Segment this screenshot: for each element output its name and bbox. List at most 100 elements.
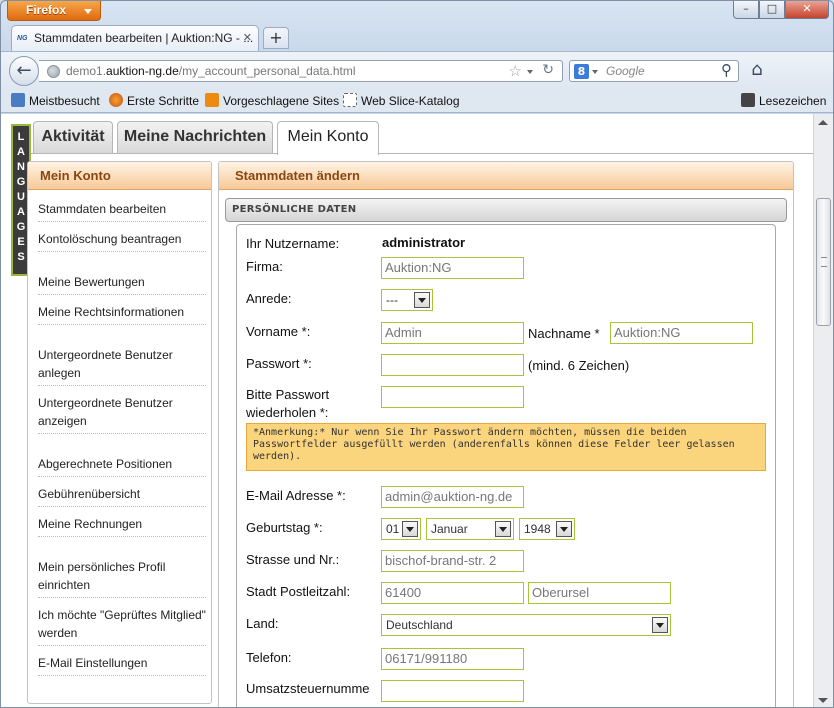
anrede-select[interactable]: --- [381,289,433,311]
bookmark-star-icon[interactable]: ☆ [509,62,522,80]
land-value: Deutschland [386,618,453,632]
title-bar: Firefox – □ ✕ [1,1,833,25]
passwort-hint: (mind. 6 Zeichen) [528,358,630,373]
passwort-input[interactable] [381,354,524,376]
tab-meine-nachrichten[interactable]: Meine Nachrichten [117,121,273,153]
stadt-input[interactable]: Oberursel [528,582,671,604]
firefox-menu-button[interactable]: Firefox [7,1,101,21]
section-header: PERSÖNLICHE DATEN [225,198,787,222]
sidebar-item-bewertungen[interactable]: Meine Bewertungen [38,273,206,295]
site-tabs: Aktivität Meine Nachrichten Mein Konto [25,114,813,155]
sidebar-item-email-einstellungen[interactable]: E-Mail Einstellungen [38,654,206,676]
url-text: demo1.auktion-ng.de/my_account_personal_… [66,64,356,78]
sidebar-item-benutzer-anzeigen[interactable]: Untergeordnete Benutzer anzeigen [38,394,206,434]
chevron-down-icon[interactable] [652,617,668,633]
bookmark-vorgeschlagene-sites[interactable]: Vorgeschlagene Sites [205,93,339,108]
strasse-input[interactable]: bischof-brand-str. 2 [381,550,524,572]
search-placeholder: Google [606,64,645,78]
nachname-label: Nachname * [528,326,600,341]
url-dropdown-icon[interactable] [527,70,533,74]
bookmarks-icon [741,93,755,107]
sidebar-item-abgerechnete-positionen[interactable]: Abgerechnete Positionen [38,455,206,477]
email-label: E-Mail Adresse *: [246,488,346,503]
reload-icon[interactable]: ↻ [542,62,554,78]
scrollbar-thumb[interactable] [816,198,831,326]
tab-close-icon[interactable]: ✕ [243,26,252,50]
navigation-toolbar: ← demo1.auktion-ng.de/my_account_persona… [1,51,833,89]
tab-aktivitaet[interactable]: Aktivität [33,121,113,153]
site-favicon-icon: NG [17,35,28,42]
username-label: Ihr Nutzername: [246,236,340,251]
browser-tab-active[interactable]: NG Stammdaten bearbeiten | Auktion:NG - … [11,25,259,51]
tab-title: Stammdaten bearbeiten | Auktion:NG - ... [34,31,254,45]
telefon-input[interactable]: 06171/991180 [381,648,524,670]
email-input[interactable]: admin@auktion-ng.de [381,486,524,508]
vorname-input[interactable]: Admin [381,322,524,344]
url-bar[interactable]: demo1.auktion-ng.de/my_account_personal_… [39,60,563,82]
chevron-down-icon[interactable] [414,292,430,308]
window-controls: – □ ✕ [733,1,829,19]
land-label: Land: [246,616,279,631]
bookmarks-toolbar: Meistbesucht Erste Schritte Vorgeschlage… [1,89,833,113]
anrede-value: --- [386,293,398,307]
tab-mein-konto[interactable]: Mein Konto [277,121,379,155]
land-select[interactable]: Deutschland [381,614,671,636]
most-visited-icon [11,93,25,107]
search-icon[interactable]: ⚲ [721,61,732,79]
bookmark-erste-schritte[interactable]: Erste Schritte [109,93,199,108]
vertical-scrollbar[interactable] [813,114,833,707]
bookmark-meistbesucht[interactable]: Meistbesucht [11,93,100,108]
anrede-label: Anrede: [246,291,292,306]
sidebar-item-rechnungen[interactable]: Meine Rechnungen [38,515,206,537]
web-slice-icon [343,93,357,107]
passwort-repeat-input[interactable] [381,386,524,408]
ust-input[interactable] [381,680,524,702]
main-title: Stammdaten ändern [219,162,793,190]
geburtstag-monat-value: Januar [431,522,468,536]
strasse-label: Strasse und Nr.: [246,552,340,567]
sidebar-item-stammdaten[interactable]: Stammdaten bearbeiten [38,200,206,222]
new-tab-button[interactable]: + [263,27,289,49]
geburtstag-tag-select[interactable]: 01 [381,518,421,540]
password-note: *Anmerkung:* Nur wenn Sie Ihr Passwort ä… [246,423,766,471]
chevron-down-icon[interactable] [495,521,511,537]
close-window-button[interactable]: ✕ [785,1,829,19]
ust-label: Umsatzsteuernumme [246,681,370,696]
sidebar-item-benutzer-anlegen[interactable]: Untergeordnete Benutzer anlegen [38,346,206,386]
plz-input[interactable]: 61400 [381,582,524,604]
minimize-button[interactable]: – [733,1,759,19]
vorname-label: Vorname *: [246,324,311,339]
telefon-label: Telefon: [246,650,292,665]
sidebar-item-geprueftes-mitglied[interactable]: Ich möchte "Geprüftes Mitglied" werden [38,606,206,646]
bookmark-web-slice[interactable]: Web Slice-Katalog [343,93,460,108]
firma-input[interactable]: Auktion:NG [381,257,524,279]
home-icon[interactable]: ⌂ [747,60,767,80]
passwort-repeat-label-line2: wiederholen *: [246,405,329,420]
sidebar-title: Mein Konto [28,162,211,190]
scroll-down-icon[interactable] [818,698,828,703]
scroll-up-icon[interactable] [818,120,828,125]
suggested-sites-icon [205,93,219,107]
geburtstag-jahr-select[interactable]: 1948 [519,518,575,540]
nachname-input[interactable]: Auktion:NG [610,322,753,344]
geburtstag-label: Geburtstag *: [246,520,323,535]
chevron-down-icon[interactable] [402,521,418,537]
maximize-button[interactable]: □ [759,1,785,19]
globe-icon [47,65,60,78]
passwort-label: Passwort *: [246,356,312,371]
sidebar-item-kontoloeschung[interactable]: Kontolöschung beantragen [38,230,206,252]
languages-letter: L [17,131,25,143]
stadt-label: Stadt Postleitzahl: [246,584,351,599]
bookmarks-menu[interactable]: Lesezeichen [741,93,826,108]
search-box[interactable]: 8 Google ⚲ [569,60,739,82]
sidebar-item-gebuehren[interactable]: Gebührenübersicht [38,485,206,507]
sidebar-item-profil[interactable]: Mein persönliches Profil einrichten [38,558,206,598]
firma-label: Firma: [246,259,283,274]
chevron-down-icon[interactable] [556,521,572,537]
back-button[interactable]: ← [9,56,39,86]
search-engine-dropdown-icon[interactable] [592,70,598,74]
google-engine-icon[interactable]: 8 [574,64,589,79]
page-content: Aktivität Meine Nachrichten Mein Konto L… [1,114,813,707]
sidebar-item-rechtsinformationen[interactable]: Meine Rechtsinformationen [38,303,206,325]
geburtstag-monat-select[interactable]: Januar [426,518,514,540]
